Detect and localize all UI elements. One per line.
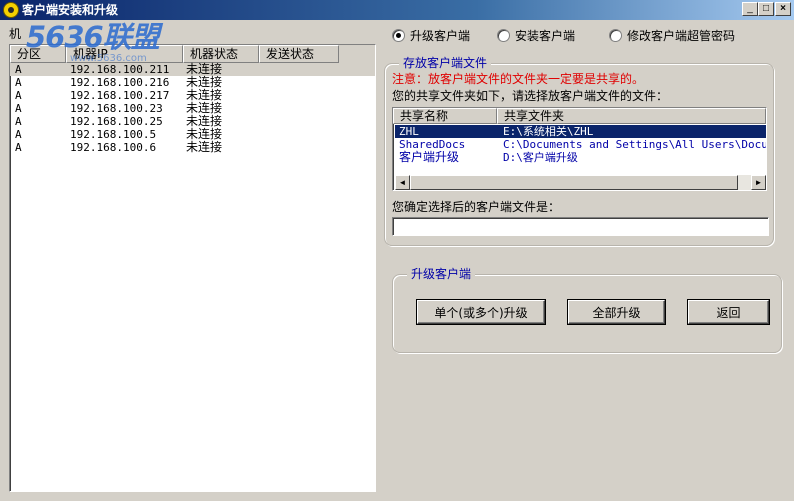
share-warning-text: 注意：放客户端文件的文件夹一定要是共享的。 [392, 72, 645, 86]
machine-list-header: 分区 机器IP 机器状态 发送状态 [10, 45, 375, 63]
minimize-button[interactable]: _ [742, 2, 758, 16]
radio-install-label: 安装客户端 [515, 29, 576, 43]
share-path-cell: D:\客户端升级 [503, 151, 578, 164]
back-button[interactable]: 返回 [688, 300, 769, 324]
app-icon [3, 2, 19, 18]
machine-list[interactable]: 分区 机器IP 机器状态 发送状态 A 192.168.100.211 未连接 A 19… [9, 44, 376, 492]
column-header-zone[interactable]: 分区 [10, 45, 66, 63]
machine-zone-cell: A [15, 63, 22, 76]
machine-zone-cell: A [15, 76, 22, 89]
share-row[interactable]: ZHL E:\系统相关\ZHL [395, 125, 766, 138]
upgrade-selected-button[interactable]: 单个(或多个)升级 [417, 300, 545, 324]
share-list[interactable]: 共享名称 共享文件夹 ZHL E:\系统相关\ZHL SharedDocs C:\Do… [392, 107, 767, 191]
machine-ip-cell: 192.168.100.5 [70, 128, 157, 141]
client-file-path-input[interactable] [392, 217, 769, 236]
upgrade-all-button[interactable]: 全部升级 [568, 300, 665, 324]
share-name-cell: 客户端升级 [399, 150, 460, 164]
scroll-right-button[interactable]: ► [751, 175, 766, 190]
radio-modify-password[interactable]: 修改客户端超管密码 [609, 28, 749, 44]
radio-install-client[interactable]: 安装客户端 [497, 28, 592, 44]
column-header-share-name[interactable]: 共享名称 [393, 108, 497, 124]
machine-ip-cell: 192.168.100.23 [70, 102, 163, 115]
machine-status-cell: 未连接 [186, 140, 223, 154]
share-list-header: 共享名称 共享文件夹 [393, 108, 766, 124]
window-title: 客户端安装和升级 [22, 3, 119, 17]
close-button[interactable]: × [775, 2, 791, 16]
machine-ip-cell: 192.168.100.6 [70, 141, 157, 154]
title-bar: 客户端安装和升级 _ □ × [0, 0, 794, 20]
machine-zone-cell: A [15, 141, 22, 154]
column-header-send-status[interactable]: 发送状态 [259, 45, 339, 63]
machine-list-body: A 192.168.100.211 未连接 A 192.168.100.216 未连接 A 1… [10, 63, 375, 154]
confirm-file-label: 您确定选择后的客户端文件是： [392, 200, 561, 214]
share-path-cell: C:\Documents and Settings\All Users\Docu… [503, 138, 766, 151]
radio-upgrade-indicator[interactable] [392, 29, 405, 42]
maximize-button[interactable]: □ [758, 2, 774, 16]
machine-list-label: 机 [9, 27, 22, 41]
share-row[interactable]: 客户端升级 D:\客户端升级 [395, 150, 766, 165]
column-header-ip[interactable]: 机器IP [66, 45, 183, 63]
column-header-machine-status[interactable]: 机器状态 [183, 45, 259, 63]
share-instruction-text: 您的共享文件夹如下，请选择放客户端文件的文件： [392, 89, 669, 103]
machine-zone-cell: A [15, 89, 22, 102]
radio-password-label: 修改客户端超管密码 [627, 29, 736, 43]
machine-zone-cell: A [15, 115, 22, 128]
radio-password-indicator[interactable] [609, 29, 622, 42]
radio-install-indicator[interactable] [497, 29, 510, 42]
scroll-thumb[interactable] [410, 175, 738, 190]
share-path-cell: E:\系统相关\ZHL [503, 125, 594, 138]
machine-ip-cell: 192.168.100.211 [70, 63, 170, 76]
machine-ip-cell: 192.168.100.25 [70, 115, 163, 128]
machine-zone-cell: A [15, 102, 22, 115]
upgrade-group-title: 升级客户端 [407, 267, 476, 281]
machine-ip-cell: 192.168.100.217 [70, 89, 170, 102]
share-name-cell: ZHL [399, 125, 419, 138]
radio-upgrade-label: 升级客户端 [410, 29, 471, 43]
machine-row[interactable]: A 192.168.100.6 未连接 [10, 140, 375, 155]
scroll-left-button[interactable]: ◄ [395, 175, 410, 190]
storage-group-title: 存放客户端文件 [399, 56, 492, 70]
machine-ip-cell: 192.168.100.216 [70, 76, 170, 89]
column-header-share-folder[interactable]: 共享文件夹 [497, 108, 766, 124]
share-list-scrollbar[interactable]: ◄ ► [395, 175, 766, 190]
radio-upgrade-client[interactable]: 升级客户端 [392, 28, 487, 44]
machine-zone-cell: A [15, 128, 22, 141]
